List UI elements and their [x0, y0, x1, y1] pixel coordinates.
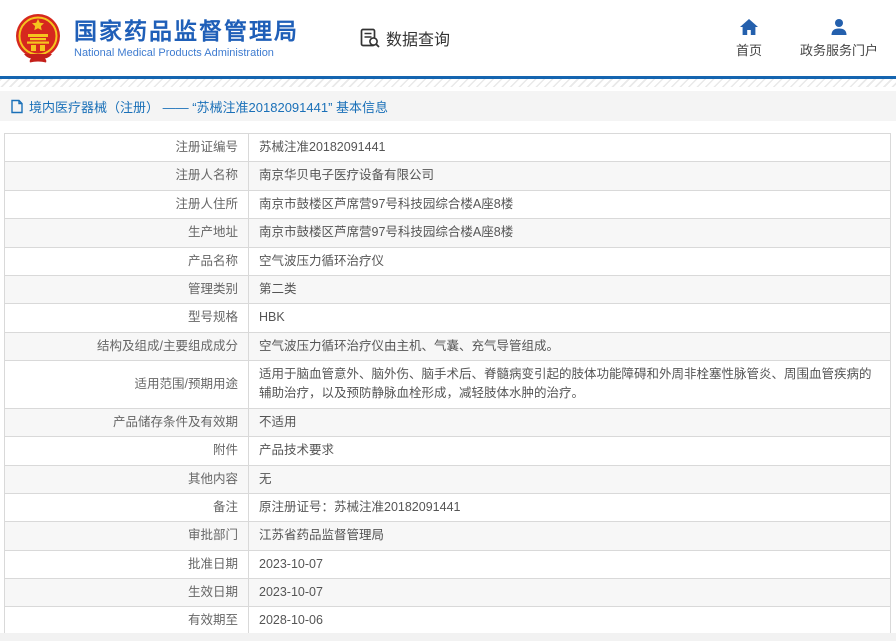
table-row: 生产地址 南京市鼓楼区芦席营97号科技园综合楼A座8楼 — [4, 218, 891, 248]
row-value: 南京市鼓楼区芦席营97号科技园综合楼A座8楼 — [248, 189, 891, 220]
table-row: 批准日期 2023-10-07 — [4, 549, 891, 580]
table-row: 产品储存条件及有效期 不适用 — [4, 407, 891, 438]
row-label: 生产地址 — [187, 225, 238, 240]
nav-home[interactable]: 首页 — [736, 18, 762, 59]
nav-portal[interactable]: 政务服务门户 — [800, 18, 878, 59]
row-label: 审批部门 — [187, 528, 238, 543]
row-value: 2028-10-06 — [248, 606, 891, 636]
site-title: 国家药品监督管理局 — [74, 18, 299, 45]
row-value: 空气波压力循环治疗仪由主机、气囊、充气导管组成。 — [248, 331, 891, 362]
table-row: 其他内容 无 — [4, 464, 891, 494]
row-value: 不适用 — [248, 407, 891, 438]
row-value: 第二类 — [248, 274, 891, 305]
info-table-body: 注册证编号 苏械注准20182091441 注册人名称 南京华贝电子医疗设备有限… — [4, 132, 891, 641]
row-label: 注册人住所 — [175, 196, 238, 211]
table-row: 产品名称 空气波压力循环治疗仪 — [4, 246, 891, 276]
breadcrumb: 境内医疗器械（注册） —— “苏械注准20182091441” 基本信息 — [0, 91, 896, 121]
row-value: 产品技术要求 — [248, 436, 891, 466]
site-header: 国家药品监督管理局 National Medical Products Admi… — [0, 0, 896, 76]
site-subtitle: National Medical Products Administration — [74, 46, 274, 59]
national-emblem-icon — [16, 14, 60, 63]
table-row: 型号规格 HBK — [4, 303, 891, 333]
row-value: 南京华贝电子医疗设备有限公司 — [248, 161, 891, 191]
row-label: 有效期至 — [187, 613, 238, 628]
row-label: 生效日期 — [187, 585, 238, 599]
row-value: 原注册证号：苏械注准20182091441 — [248, 492, 891, 523]
row-label: 批准日期 — [187, 556, 238, 571]
row-value: 江苏省药品监督管理局 — [248, 521, 891, 551]
row-value: 南京市鼓楼区芦席营97号科技园综合楼A座8楼 — [248, 218, 891, 248]
row-label: 附件 — [212, 443, 238, 458]
row-label: 适用范围/预期用途 — [134, 376, 238, 391]
row-label: 注册证编号 — [175, 140, 238, 154]
row-value: 适用于脑血管意外、脑外伤、脑手术后、脊髓病变引起的肢体功能障碍和外周非栓塞性脉管… — [248, 360, 891, 409]
table-row: 审批部门 江苏省药品监督管理局 — [4, 521, 891, 551]
table-row: 注册人名称 南京华贝电子医疗设备有限公司 — [4, 161, 891, 191]
table-row: 注册人住所 南京市鼓楼区芦席营97号科技园综合楼A座8楼 — [4, 189, 891, 220]
header-nav: 首页 政务服务门户 — [736, 18, 878, 59]
table-row: 附件 产品技术要求 — [4, 436, 891, 466]
table-row: 适用范围/预期用途 适用于脑血管意外、脑外伤、脑手术后、脊髓病变引起的肢体功能障… — [4, 360, 891, 409]
row-value: 苏械注准20182091441 — [248, 132, 891, 163]
user-icon — [831, 18, 847, 35]
registration-info-table: 注册证编号 苏械注准20182091441 注册人名称 南京华贝电子医疗设备有限… — [4, 132, 891, 641]
table-row: 备注 原注册证号：苏械注准20182091441 — [4, 492, 891, 523]
row-value: 无 — [248, 464, 891, 494]
row-label: 型号规格 — [187, 310, 238, 325]
row-value: HBK — [248, 303, 891, 333]
data-query-icon — [360, 28, 380, 48]
document-icon — [11, 99, 23, 113]
row-value: 2023-10-07 — [248, 549, 891, 580]
table-row: 管理类别 第二类 — [4, 274, 891, 305]
table-row: 结构及组成/主要组成成分 空气波压力循环治疗仪由主机、气囊、充气导管组成。 — [4, 331, 891, 362]
table-row: 生效日期 2023-10-07 — [4, 577, 891, 608]
row-label: 产品储存条件及有效期 — [112, 414, 238, 429]
footer-strip — [0, 633, 896, 641]
hatch-strip — [0, 79, 896, 87]
row-label: 其他内容 — [187, 471, 238, 486]
nav-data-query[interactable]: 数据查询 — [359, 26, 450, 50]
row-label: 注册人名称 — [175, 168, 238, 183]
home-icon — [739, 18, 758, 35]
row-label: 管理类别 — [187, 281, 238, 296]
table-row: 有效期至 2028-10-06 — [4, 606, 891, 636]
row-label: 结构及组成/主要组成成分 — [97, 338, 238, 353]
site-logo: 国家药品监督管理局 National Medical Products Admi… — [14, 12, 299, 64]
table-row: 注册证编号 苏械注准20182091441 — [4, 132, 891, 163]
row-value: 2023-10-07 — [248, 577, 891, 608]
row-label: 产品名称 — [187, 253, 238, 268]
breadcrumb-text: 境内医疗器械（注册） —— “苏械注准20182091441” 基本信息 — [29, 99, 389, 115]
row-value: 空气波压力循环治疗仪 — [248, 246, 891, 276]
row-label: 备注 — [212, 499, 238, 514]
